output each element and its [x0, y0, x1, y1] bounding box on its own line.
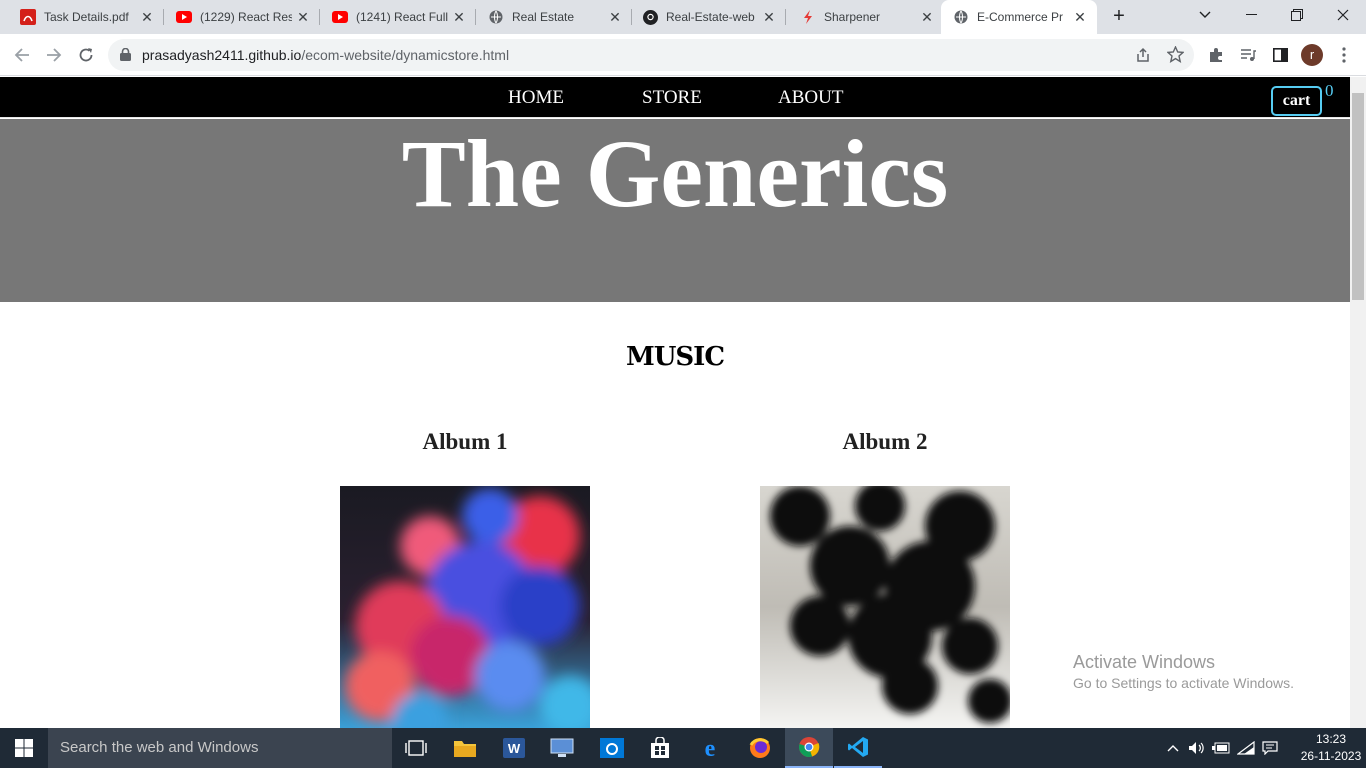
wifi-icon[interactable]: [1235, 728, 1257, 768]
tab-github[interactable]: Real-Estate-web ✕: [622, 0, 786, 34]
tab-react-res[interactable]: (1229) React Res ✕: [156, 0, 320, 34]
close-icon[interactable]: ✕: [296, 10, 310, 24]
nav-about-link[interactable]: ABOUT: [778, 87, 843, 109]
close-icon[interactable]: ✕: [762, 10, 776, 24]
volume-icon[interactable]: [1186, 728, 1208, 768]
task-view-icon[interactable]: [392, 728, 440, 768]
lock-icon[interactable]: [120, 47, 131, 66]
cart-count-badge: 0: [1325, 81, 1334, 100]
page-scrollbar[interactable]: [1350, 77, 1366, 728]
extensions-puzzle-icon[interactable]: [1204, 43, 1228, 67]
firefox-icon[interactable]: [736, 728, 784, 768]
cart-button[interactable]: cart: [1271, 86, 1322, 116]
browser-tab-strip: Task Details.pdf ✕ (1229) React Res ✕ (1…: [0, 0, 1366, 34]
address-bar[interactable]: prasadyash2411.github.io/ecom-website/dy…: [108, 39, 1194, 71]
url-path: /ecom-website/dynamicstore.html: [301, 47, 510, 63]
tab-label: Real-Estate-web: [666, 10, 755, 24]
youtube-icon: [176, 9, 192, 25]
sharpener-icon: [800, 9, 816, 25]
activate-windows-watermark: Activate Windows Go to Settings to activ…: [1073, 652, 1294, 691]
vscode-icon[interactable]: [834, 728, 882, 768]
share-icon[interactable]: [1135, 47, 1151, 68]
remote-desktop-icon[interactable]: [538, 728, 586, 768]
action-center-icon[interactable]: [1259, 728, 1281, 768]
clock-time: 13:23: [1315, 732, 1347, 746]
clock-date: 26-11-2023: [1300, 749, 1362, 763]
album-title: Album 2: [842, 429, 928, 454]
edge-browser-icon[interactable]: e: [686, 728, 734, 768]
tab-label: (1241) React Full: [356, 10, 448, 24]
album-title: Album 1: [422, 429, 508, 454]
hero-banner: The Generics: [0, 119, 1350, 302]
url-text[interactable]: prasadyash2411.github.io/ecom-website/dy…: [142, 47, 509, 63]
close-icon[interactable]: ✕: [140, 10, 154, 24]
back-arrow-icon[interactable]: [10, 43, 34, 67]
tab-react-full[interactable]: (1241) React Full ✕: [312, 0, 476, 34]
watermark-line-2: Go to Settings to activate Windows.: [1073, 675, 1294, 691]
tab-task-details[interactable]: Task Details.pdf ✕: [0, 0, 164, 34]
restore-icon[interactable]: [1274, 0, 1320, 30]
nav-home-link[interactable]: HOME: [508, 87, 564, 109]
close-window-icon[interactable]: [1320, 0, 1366, 30]
hero-title: The Generics: [401, 120, 949, 227]
profile-avatar[interactable]: r: [1301, 44, 1323, 66]
more-menu-icon[interactable]: [1332, 43, 1356, 67]
album-1-cover-image[interactable]: [340, 486, 590, 728]
taskbar-clock[interactable]: 13:23 26-11-2023: [1300, 731, 1362, 765]
file-explorer-icon[interactable]: [441, 728, 489, 768]
windows-taskbar: Search the web and Windows W e 13:23 26-…: [0, 728, 1366, 768]
pdf-icon: [20, 9, 36, 25]
browser-toolbar: prasadyash2411.github.io/ecom-website/dy…: [0, 34, 1366, 76]
word-icon[interactable]: W: [490, 728, 538, 768]
nav-store-link[interactable]: STORE: [642, 87, 702, 109]
taskbar-search-input[interactable]: Search the web and Windows: [48, 728, 392, 768]
new-tab-plus-icon[interactable]: +: [1108, 6, 1130, 28]
tab-label: E-Commerce Pr: [977, 10, 1063, 24]
forward-arrow-icon[interactable]: [42, 43, 66, 67]
url-host: prasadyash2411.github.io: [142, 47, 302, 63]
album-2-cover-image[interactable]: [760, 486, 1010, 728]
tab-search-chevron-icon[interactable]: [1182, 0, 1228, 30]
reload-icon[interactable]: [74, 43, 98, 67]
close-icon[interactable]: ✕: [608, 10, 622, 24]
media-queue-icon[interactable]: [1236, 43, 1260, 67]
scrollbar-thumb[interactable]: [1352, 93, 1364, 300]
tab-ecommerce[interactable]: E-Commerce Pr ✕: [941, 0, 1097, 34]
site-navbar: HOME STORE ABOUT cart 0: [0, 77, 1350, 118]
globe-icon: [488, 9, 504, 25]
tab-label: (1229) React Res: [200, 10, 292, 24]
tab-label: Sharpener: [824, 10, 881, 24]
watermark-line-1: Activate Windows: [1073, 652, 1216, 672]
github-icon: [642, 9, 658, 25]
store-bag-icon[interactable]: [636, 728, 684, 768]
section-title-music: MUSIC: [625, 342, 725, 372]
globe-icon: [953, 9, 969, 25]
minimize-icon[interactable]: [1228, 0, 1274, 30]
windows-start-icon[interactable]: [0, 728, 48, 768]
chrome-taskbar-icon[interactable]: [785, 728, 833, 768]
tray-chevron-up-icon[interactable]: [1162, 728, 1184, 768]
close-icon[interactable]: ✕: [920, 10, 934, 24]
youtube-icon: [332, 9, 348, 25]
svg-text:e: e: [705, 737, 716, 759]
tab-label: Real Estate: [512, 10, 575, 24]
battery-icon[interactable]: [1210, 728, 1232, 768]
close-icon[interactable]: ✕: [1073, 10, 1087, 24]
bookmark-star-icon[interactable]: [1166, 45, 1185, 68]
svg-text:W: W: [508, 741, 521, 756]
tab-label: Task Details.pdf: [44, 10, 129, 24]
web-page: HOME STORE ABOUT cart 0 The Generics MUS…: [0, 77, 1350, 728]
search-placeholder: Search the web and Windows: [60, 739, 259, 756]
camera-app-icon[interactable]: [588, 728, 636, 768]
side-panel-icon[interactable]: [1268, 43, 1292, 67]
tab-real-estate[interactable]: Real Estate ✕: [468, 0, 632, 34]
tab-sharpener[interactable]: Sharpener ✕: [780, 0, 944, 34]
close-icon[interactable]: ✕: [452, 10, 466, 24]
